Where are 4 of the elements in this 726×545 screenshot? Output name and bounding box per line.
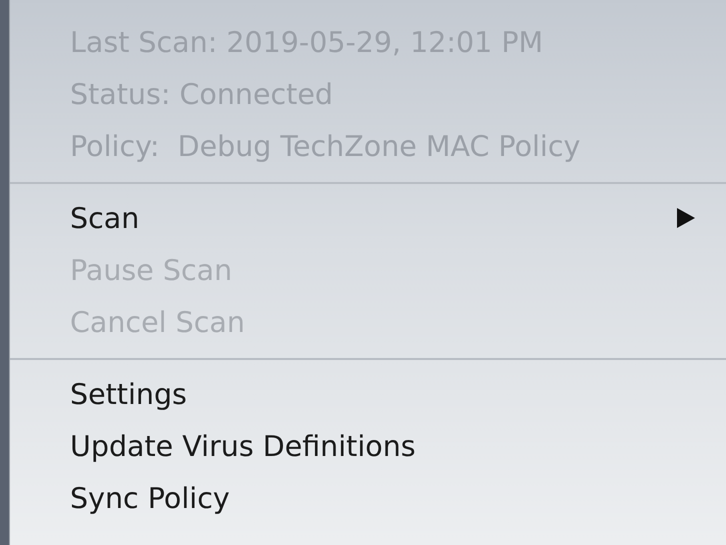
menu-item[interactable]: Sync Policy [70, 472, 726, 524]
menu-item[interactable]: Settings [70, 368, 726, 420]
menu-item[interactable]: Update Virus Definitions [70, 420, 726, 472]
menu-item[interactable]: Scan [70, 192, 726, 244]
